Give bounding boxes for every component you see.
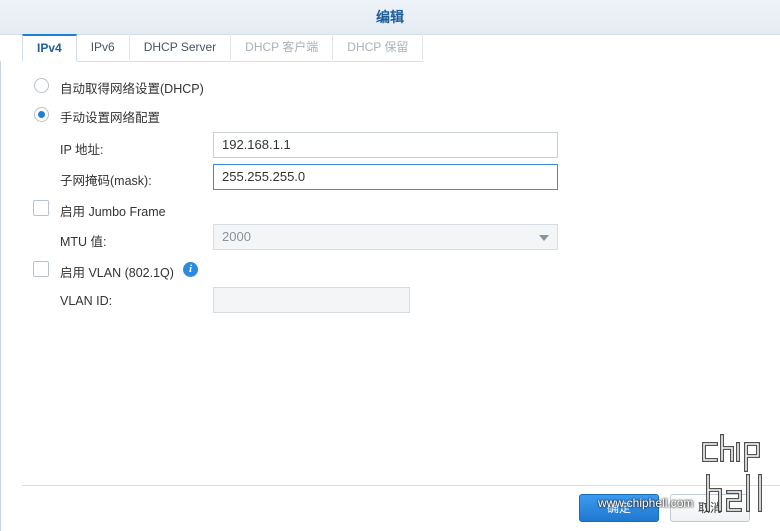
subnet-mask-label: 子网掩码(mask): bbox=[60, 174, 152, 188]
jumbo-frame-checkbox[interactable] bbox=[33, 200, 49, 216]
manual-config-radio[interactable] bbox=[34, 107, 49, 122]
watermark-url: www.chiphell.com bbox=[598, 496, 694, 510]
tab-ipv6[interactable]: IPv6 bbox=[77, 34, 130, 60]
tab-ipv4[interactable]: IPv4 bbox=[22, 34, 77, 62]
tab-dhcp-reservation: DHCP 保留 bbox=[333, 34, 424, 60]
chevron-down-icon bbox=[539, 235, 549, 241]
jumbo-frame-label: 启用 Jumbo Frame bbox=[60, 205, 166, 219]
vlan-id-label: VLAN ID: bbox=[60, 294, 113, 308]
ip-address-label: IP 地址: bbox=[60, 143, 104, 157]
vlan-label: 启用 VLAN (802.1Q) bbox=[60, 266, 174, 280]
vlan-checkbox[interactable] bbox=[33, 261, 49, 277]
tab-dhcp-client: DHCP 客户端 bbox=[231, 34, 334, 60]
tab-dhcp-server[interactable]: DHCP Server bbox=[130, 34, 232, 60]
vlan-id-input bbox=[213, 287, 410, 313]
ip-address-input[interactable]: 192.168.1.1 bbox=[213, 132, 558, 158]
auto-dhcp-radio[interactable] bbox=[34, 78, 49, 93]
chiphell-logo-watermark bbox=[702, 434, 762, 512]
footer-divider bbox=[22, 485, 780, 486]
subnet-mask-input[interactable]: 255.255.255.0 bbox=[213, 164, 558, 190]
tab-bar: IPv4 IPv6 DHCP Server DHCP 客户端 DHCP 保留 bbox=[22, 34, 424, 62]
dialog-left-border bbox=[0, 61, 1, 531]
dialog-title: 编辑 bbox=[376, 9, 404, 25]
mtu-label: MTU 值: bbox=[60, 235, 107, 249]
mtu-select: 2000 bbox=[213, 224, 558, 250]
manual-config-label: 手动设置网络配置 bbox=[60, 111, 161, 125]
mtu-select-value: 2000 bbox=[222, 229, 251, 244]
auto-dhcp-label: 自动取得网络设置(DHCP) bbox=[60, 82, 204, 96]
info-icon[interactable]: i bbox=[183, 262, 198, 277]
